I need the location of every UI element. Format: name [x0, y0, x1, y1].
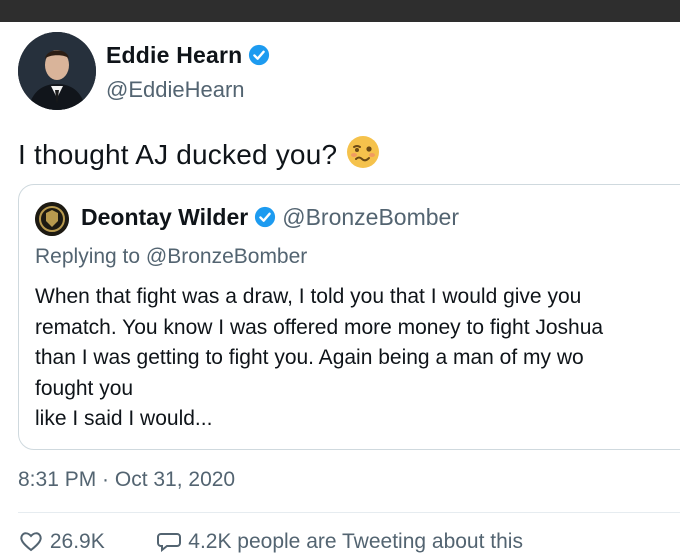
avatar-image	[35, 202, 69, 236]
verified-badge-icon	[249, 44, 270, 66]
quoted-text-line: When that fight was a draw, I told you t…	[35, 285, 582, 308]
verified-badge-icon	[255, 206, 276, 228]
quoted-text-line: fought you	[35, 376, 134, 400]
tweeting-count[interactable]: 4.2K people are Tweeting about this	[188, 530, 523, 553]
woozy-face-icon	[347, 136, 380, 168]
author-handle[interactable]: @EddieHearn	[106, 77, 245, 103]
divider	[18, 512, 680, 513]
heart-icon[interactable]	[18, 530, 44, 552]
speech-bubble-icon[interactable]	[156, 530, 182, 552]
tweet-text: I thought AJ ducked you?	[18, 134, 381, 171]
quoted-author-handle[interactable]: @BronzeBomber	[282, 204, 459, 230]
quoted-text-line: than I was getting to fight you. Again b…	[35, 346, 584, 369]
author-avatar[interactable]	[18, 32, 96, 110]
tweet-timestamp[interactable]: 8:31 PM · Oct 31, 2020	[18, 468, 235, 492]
quoted-text-line: rematch. You know I was offered more mon…	[35, 315, 604, 339]
quoted-text-line: like I said I would...	[35, 407, 213, 430]
top-bar	[0, 0, 680, 22]
quoted-author-line: Deontay Wilder @BronzeBomber	[81, 204, 459, 231]
quoted-author-name[interactable]: Deontay Wilder	[81, 204, 248, 230]
quoted-tweet-card[interactable]: Deontay Wilder @BronzeBomber Replying to…	[18, 184, 680, 450]
quoted-tweet-text: When that fight was a draw, I told you t…	[35, 282, 675, 435]
likes-count[interactable]: 26.9K	[50, 530, 105, 553]
tweet-text-content: I thought AJ ducked you?	[18, 139, 338, 170]
replying-to-label[interactable]: Replying to @BronzeBomber	[35, 245, 307, 269]
author-name[interactable]: Eddie Hearn	[106, 42, 270, 69]
quoted-author-avatar[interactable]	[35, 202, 69, 236]
tweet-stats: 26.9K 4.2K people are Tweeting about thi…	[18, 530, 523, 554]
author-name-text[interactable]: Eddie Hearn	[106, 42, 242, 68]
avatar-image	[18, 32, 96, 110]
